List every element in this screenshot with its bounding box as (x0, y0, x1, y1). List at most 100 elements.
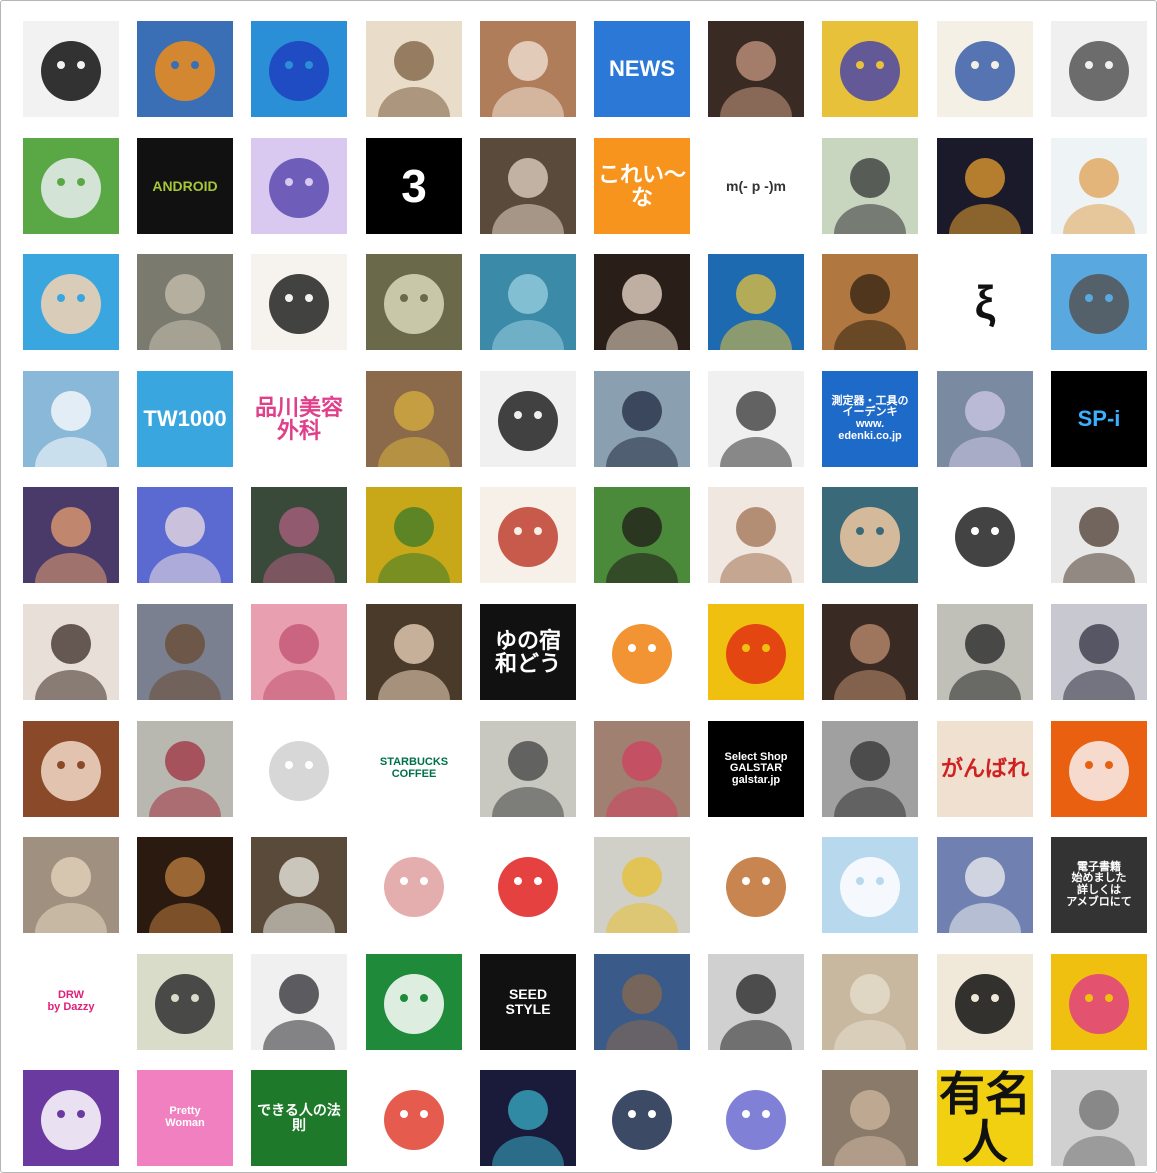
avatar-tile[interactable] (366, 837, 462, 933)
avatar-tile[interactable]: STARBUCKS COFFEE (366, 721, 462, 817)
avatar-tile[interactable] (708, 1070, 804, 1166)
avatar-tile[interactable] (366, 1070, 462, 1166)
avatar-tile[interactable] (137, 487, 233, 583)
avatar-tile[interactable] (708, 954, 804, 1050)
avatar-tile[interactable] (23, 837, 119, 933)
avatar-tile[interactable] (708, 21, 804, 117)
avatar-tile[interactable] (708, 604, 804, 700)
avatar-tile[interactable] (708, 487, 804, 583)
avatar-tile[interactable] (1051, 721, 1147, 817)
avatar-tile[interactable]: DRW by Dazzy (23, 954, 119, 1050)
avatar-tile[interactable] (251, 254, 347, 350)
avatar-tile[interactable]: がんばれ (937, 721, 1033, 817)
avatar-tile[interactable] (251, 487, 347, 583)
avatar-tile[interactable] (822, 21, 918, 117)
avatar-tile[interactable] (708, 837, 804, 933)
avatar-tile[interactable] (822, 837, 918, 933)
avatar-tile[interactable] (480, 837, 576, 933)
avatar-tile[interactable]: ANDROID (137, 138, 233, 234)
avatar-tile[interactable] (937, 954, 1033, 1050)
avatar-tile[interactable]: TW1000 (137, 371, 233, 467)
avatar-tile[interactable] (480, 371, 576, 467)
avatar-tile[interactable] (366, 254, 462, 350)
avatar-tile[interactable] (708, 254, 804, 350)
avatar-tile[interactable] (23, 21, 119, 117)
avatar-tile[interactable] (708, 371, 804, 467)
avatar-tile[interactable] (23, 371, 119, 467)
avatar-tile[interactable] (23, 254, 119, 350)
avatar-tile[interactable] (137, 254, 233, 350)
avatar-tile[interactable] (822, 721, 918, 817)
avatar-tile[interactable] (937, 21, 1033, 117)
avatar-tile[interactable] (594, 254, 690, 350)
avatar-tile[interactable] (137, 721, 233, 817)
avatar-tile[interactable] (251, 954, 347, 1050)
avatar-tile[interactable] (822, 487, 918, 583)
avatar-tile[interactable] (594, 837, 690, 933)
avatar-tile[interactable] (1051, 604, 1147, 700)
avatar-tile[interactable] (480, 138, 576, 234)
avatar-tile[interactable] (594, 1070, 690, 1166)
avatar-tile[interactable]: 測定器・工具の イーデンキ www. edenki.co.jp (822, 371, 918, 467)
avatar-tile[interactable] (480, 487, 576, 583)
avatar-tile[interactable] (23, 1070, 119, 1166)
avatar-tile[interactable] (822, 254, 918, 350)
avatar-tile[interactable]: 3 (366, 138, 462, 234)
avatar-tile[interactable] (480, 254, 576, 350)
avatar-tile[interactable]: m(- p -)m (708, 138, 804, 234)
avatar-tile[interactable] (251, 138, 347, 234)
avatar-tile[interactable] (1051, 487, 1147, 583)
avatar-tile[interactable] (594, 371, 690, 467)
avatar-tile[interactable] (251, 837, 347, 933)
avatar-tile[interactable] (23, 604, 119, 700)
avatar-tile[interactable] (23, 487, 119, 583)
avatar-tile[interactable] (251, 604, 347, 700)
avatar-tile[interactable] (1051, 254, 1147, 350)
avatar-tile[interactable]: SP-i (1051, 371, 1147, 467)
avatar-tile[interactable] (366, 604, 462, 700)
avatar-tile[interactable] (1051, 1070, 1147, 1166)
avatar-tile[interactable]: ゆの宿 和どう (480, 604, 576, 700)
avatar-tile[interactable]: Select Shop GALSTAR galstar.jp (708, 721, 804, 817)
avatar-tile[interactable]: これい～な (594, 138, 690, 234)
avatar-tile[interactable]: できる人の法則 (251, 1070, 347, 1166)
avatar-tile[interactable] (251, 721, 347, 817)
avatar-tile[interactable] (23, 721, 119, 817)
avatar-tile[interactable] (366, 954, 462, 1050)
avatar-tile[interactable] (594, 954, 690, 1050)
avatar-tile[interactable] (366, 371, 462, 467)
avatar-tile[interactable] (137, 954, 233, 1050)
avatar-tile[interactable] (1051, 21, 1147, 117)
avatar-tile[interactable] (937, 604, 1033, 700)
avatar-tile[interactable] (822, 1070, 918, 1166)
avatar-tile[interactable] (937, 487, 1033, 583)
avatar-tile[interactable] (937, 371, 1033, 467)
avatar-tile[interactable] (366, 487, 462, 583)
avatar-tile[interactable]: SEED STYLE (480, 954, 576, 1050)
avatar-tile[interactable] (594, 487, 690, 583)
avatar-tile[interactable] (480, 1070, 576, 1166)
avatar-tile[interactable] (137, 21, 233, 117)
avatar-tile[interactable]: ξ (937, 254, 1033, 350)
avatar-tile[interactable]: NEWS (594, 21, 690, 117)
avatar-tile[interactable] (594, 604, 690, 700)
avatar-tile[interactable] (822, 138, 918, 234)
avatar-tile[interactable] (937, 837, 1033, 933)
avatar-tile[interactable]: Pretty Woman (137, 1070, 233, 1166)
avatar-tile[interactable] (366, 21, 462, 117)
avatar-tile[interactable]: 電子書籍 始めました 詳しくは アメブロにて (1051, 837, 1147, 933)
avatar-tile[interactable] (23, 138, 119, 234)
avatar-tile[interactable] (480, 21, 576, 117)
avatar-tile[interactable] (137, 604, 233, 700)
avatar-tile[interactable] (822, 604, 918, 700)
avatar-tile[interactable] (1051, 954, 1147, 1050)
avatar-tile[interactable] (594, 721, 690, 817)
avatar-tile[interactable] (137, 837, 233, 933)
avatar-tile[interactable] (937, 138, 1033, 234)
avatar-tile[interactable]: 品川美容外科 (251, 371, 347, 467)
avatar-tile[interactable] (822, 954, 918, 1050)
avatar-tile[interactable] (1051, 138, 1147, 234)
avatar-tile[interactable] (480, 721, 576, 817)
avatar-tile[interactable]: 有名人 (937, 1070, 1033, 1166)
avatar-tile[interactable] (251, 21, 347, 117)
